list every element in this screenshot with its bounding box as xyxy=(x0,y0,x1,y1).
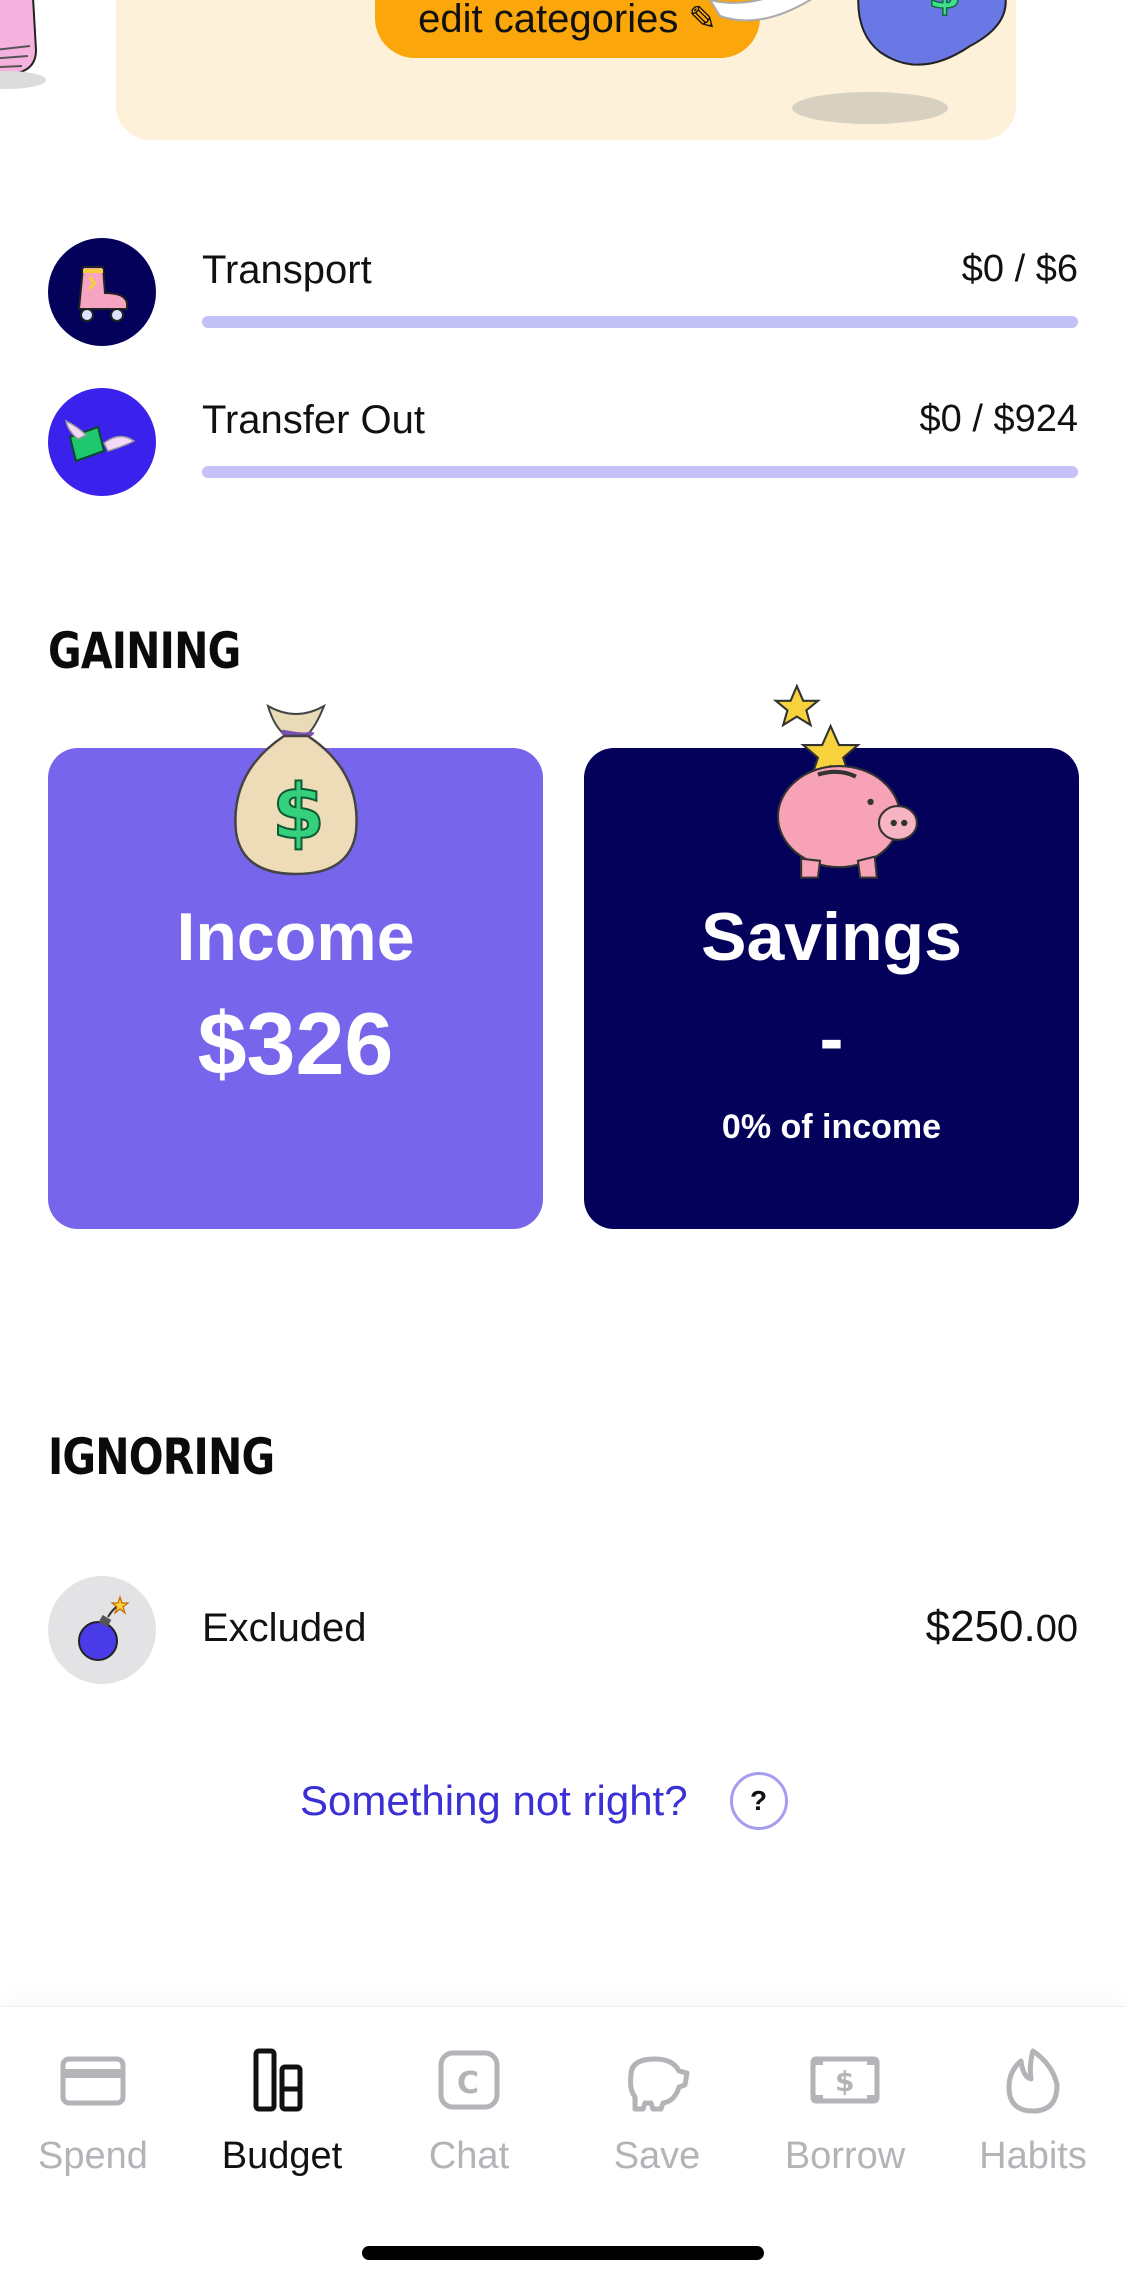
banknote-icon: $ xyxy=(810,2056,880,2104)
category-row-transfer-out[interactable]: Transfer Out $0 / $924 xyxy=(48,388,1078,498)
help-link[interactable]: Something not right? ? xyxy=(300,1772,788,1830)
category-amount: $0 / $6 xyxy=(961,248,1078,290)
tab-bar: Spend Budget C Chat Save $ Borrow Habits xyxy=(0,2006,1125,2284)
svg-text:$: $ xyxy=(272,767,325,856)
flame-icon xyxy=(1006,2048,1060,2114)
tab-label: Budget xyxy=(221,2135,343,2177)
section-title-gaining: GAINING xyxy=(48,622,241,680)
tab-budget[interactable]: Budget xyxy=(197,2037,367,2187)
category-row-transport[interactable]: Transport $0 / $6 xyxy=(48,238,1078,348)
income-value: $326 xyxy=(197,994,394,1093)
tab-label: Spend xyxy=(38,2135,148,2177)
category-progress-bar xyxy=(202,466,1078,478)
roller-skate-icon xyxy=(77,266,128,322)
credit-card-icon xyxy=(60,2056,126,2106)
help-text[interactable]: Something not right? xyxy=(300,1777,688,1825)
svg-text:$: $ xyxy=(928,0,961,20)
category-name: Transport xyxy=(202,248,372,292)
section-title-ignoring: IGNORING xyxy=(48,1428,275,1486)
excluded-amount: $250.00 xyxy=(926,1602,1078,1652)
income-title: Income xyxy=(176,899,415,975)
excluded-amount-main: $250. xyxy=(925,1602,1036,1651)
excluded-icon-circle xyxy=(48,1576,156,1684)
question-mark-icon[interactable]: ? xyxy=(729,1772,788,1830)
excluded-label: Excluded xyxy=(202,1606,367,1650)
svg-text:C: C xyxy=(457,2066,479,2101)
edit-categories-label: edit categories xyxy=(418,0,679,41)
svg-text:$: $ xyxy=(835,2065,854,2098)
tab-chat[interactable]: C Chat xyxy=(384,2037,554,2187)
savings-percent-of-income: 0% of income xyxy=(721,1108,942,1146)
savings-value: - xyxy=(819,999,844,1079)
category-progress-bar xyxy=(202,316,1078,328)
tab-borrow[interactable]: $ Borrow xyxy=(760,2037,930,2187)
tab-habits[interactable]: Habits xyxy=(948,2037,1118,2187)
savings-title: Savings xyxy=(701,899,962,975)
category-icon-transfer-out xyxy=(48,388,156,496)
tab-label: Borrow xyxy=(784,2135,906,2177)
piggy-bank-icon xyxy=(628,2056,690,2112)
home-indicator[interactable] xyxy=(362,2246,764,2260)
budget-bars-icon xyxy=(253,2048,303,2112)
category-icon-transport xyxy=(48,238,156,346)
money-bag-icon: $ xyxy=(234,703,358,876)
tab-spend[interactable]: Spend xyxy=(8,2037,178,2187)
chat-coin-icon: C xyxy=(438,2050,500,2110)
category-name: Transfer Out xyxy=(202,398,426,442)
category-amount: $0 / $924 xyxy=(919,398,1078,440)
excluded-amount-cents: 00 xyxy=(1035,1608,1078,1650)
tab-label: Chat xyxy=(428,2135,510,2177)
flying-money-icon xyxy=(64,419,136,463)
tab-label: Save xyxy=(613,2135,701,2177)
tab-save[interactable]: Save xyxy=(572,2037,742,2187)
tab-label: Habits xyxy=(979,2135,1087,2177)
bomb-icon xyxy=(78,1595,130,1661)
excluded-row[interactable]: Excluded $250.00 xyxy=(48,1576,1078,1686)
piggy-bank-icon xyxy=(772,684,918,879)
winged-money-bag-icon: $ xyxy=(708,0,1007,124)
sock-illustration-icon xyxy=(0,0,46,89)
